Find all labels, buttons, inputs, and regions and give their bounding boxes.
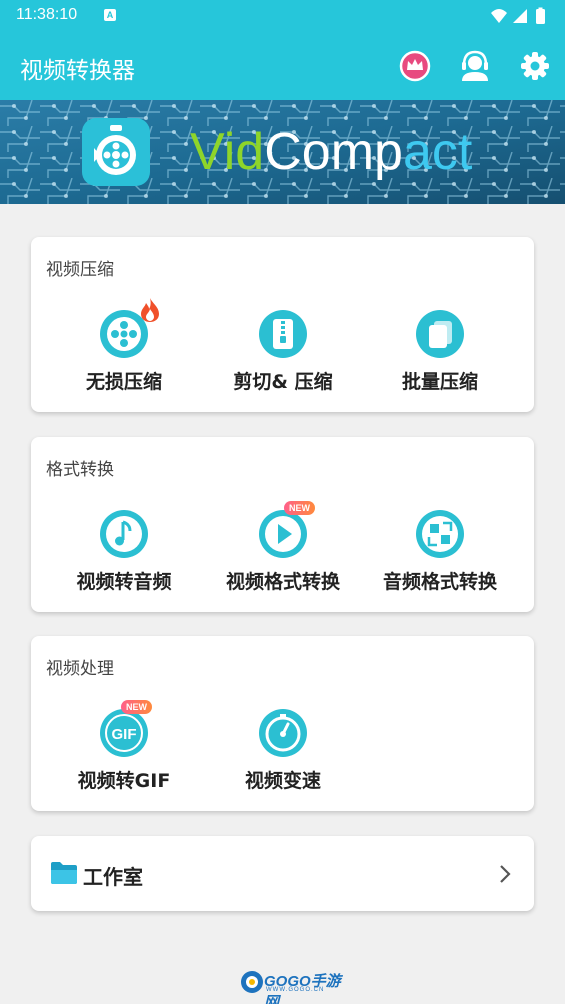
video-format-convert-button[interactable]: NEW 视频格式转换 — [218, 501, 348, 594]
item-label: 视频转音频 — [76, 571, 172, 593]
zip-file-icon — [259, 310, 307, 358]
batch-files-icon — [416, 310, 464, 358]
section-video-process: 视频处理 GIF NEW 视频转GIF 视频变速 — [31, 636, 534, 811]
section-title: 视频处理 — [46, 659, 114, 679]
chevron-right-icon — [500, 865, 511, 883]
watermark-sub: WWW.GOGO.CN — [266, 987, 325, 993]
play-icon — [259, 510, 307, 558]
item-label: 剪切& 压缩 — [233, 371, 333, 393]
gif-icon: GIF — [100, 709, 148, 757]
status-time: 11:38:10 — [16, 6, 78, 23]
hot-fire-icon — [141, 298, 159, 322]
section-format-convert: 格式转换 视频转音频 NEW 视频格式转换 音频格式转换 — [31, 437, 534, 612]
music-note-icon — [100, 510, 148, 558]
status-icons — [491, 7, 545, 24]
section-title: 格式转换 — [46, 460, 114, 480]
battery-icon — [536, 9, 545, 24]
item-label: 视频转GIF — [77, 770, 171, 792]
video-speed-button[interactable]: 视频变速 — [218, 708, 348, 793]
banner[interactable]: VidCompact — [0, 100, 565, 204]
crown-icon[interactable] — [398, 49, 432, 83]
folder-icon — [51, 862, 77, 884]
new-badge: NEW — [121, 700, 152, 714]
item-label: 批量压缩 — [401, 371, 478, 393]
wifi-icon — [491, 9, 507, 23]
item-label: 视频格式转换 — [225, 571, 340, 593]
lossless-compress-button[interactable]: 无损压缩 — [59, 298, 189, 394]
signal-icon — [513, 9, 527, 23]
item-label: 视频变速 — [244, 770, 321, 792]
section-video-compress: 视频压缩 无损压缩 剪切& 压缩 批量压缩 — [31, 237, 534, 412]
watermark: GOGO手游网 WWW.GOGO.CN — [240, 968, 350, 1004]
cut-compress-button[interactable]: 剪切& 压缩 — [218, 309, 348, 394]
app-logo-icon — [82, 118, 150, 186]
section-title: 视频压缩 — [46, 260, 114, 280]
audio-format-convert-button[interactable]: 音频格式转换 — [375, 509, 505, 594]
swap-icon — [416, 510, 464, 558]
video-to-gif-button[interactable]: GIF NEW 视频转GIF — [59, 700, 189, 793]
banner-text-comp: Comp — [264, 123, 403, 181]
item-label: 音频格式转换 — [382, 571, 497, 593]
studio-row[interactable]: 工作室 — [31, 836, 534, 911]
banner-text-act: act — [402, 123, 473, 181]
item-label: 无损压缩 — [85, 371, 162, 393]
new-badge: NEW — [284, 501, 315, 515]
notification-icon: A — [104, 9, 116, 21]
watermark-logo-icon — [241, 971, 263, 993]
studio-label: 工作室 — [83, 865, 143, 889]
banner-text-vid: Vid — [190, 123, 265, 181]
app-bar: 视频转换器 — [0, 32, 565, 100]
settings-icon[interactable] — [518, 49, 552, 83]
speedometer-icon — [259, 709, 307, 757]
batch-compress-button[interactable]: 批量压缩 — [375, 309, 505, 394]
gif-icon-text: GIF — [112, 726, 137, 743]
app-title: 视频转换器 — [20, 58, 135, 84]
video-to-audio-button[interactable]: 视频转音频 — [59, 509, 189, 594]
status-bar: 11:38:10 A — [0, 0, 565, 32]
customer-service-icon[interactable] — [458, 49, 492, 83]
banner-title: VidCompact — [190, 122, 472, 182]
